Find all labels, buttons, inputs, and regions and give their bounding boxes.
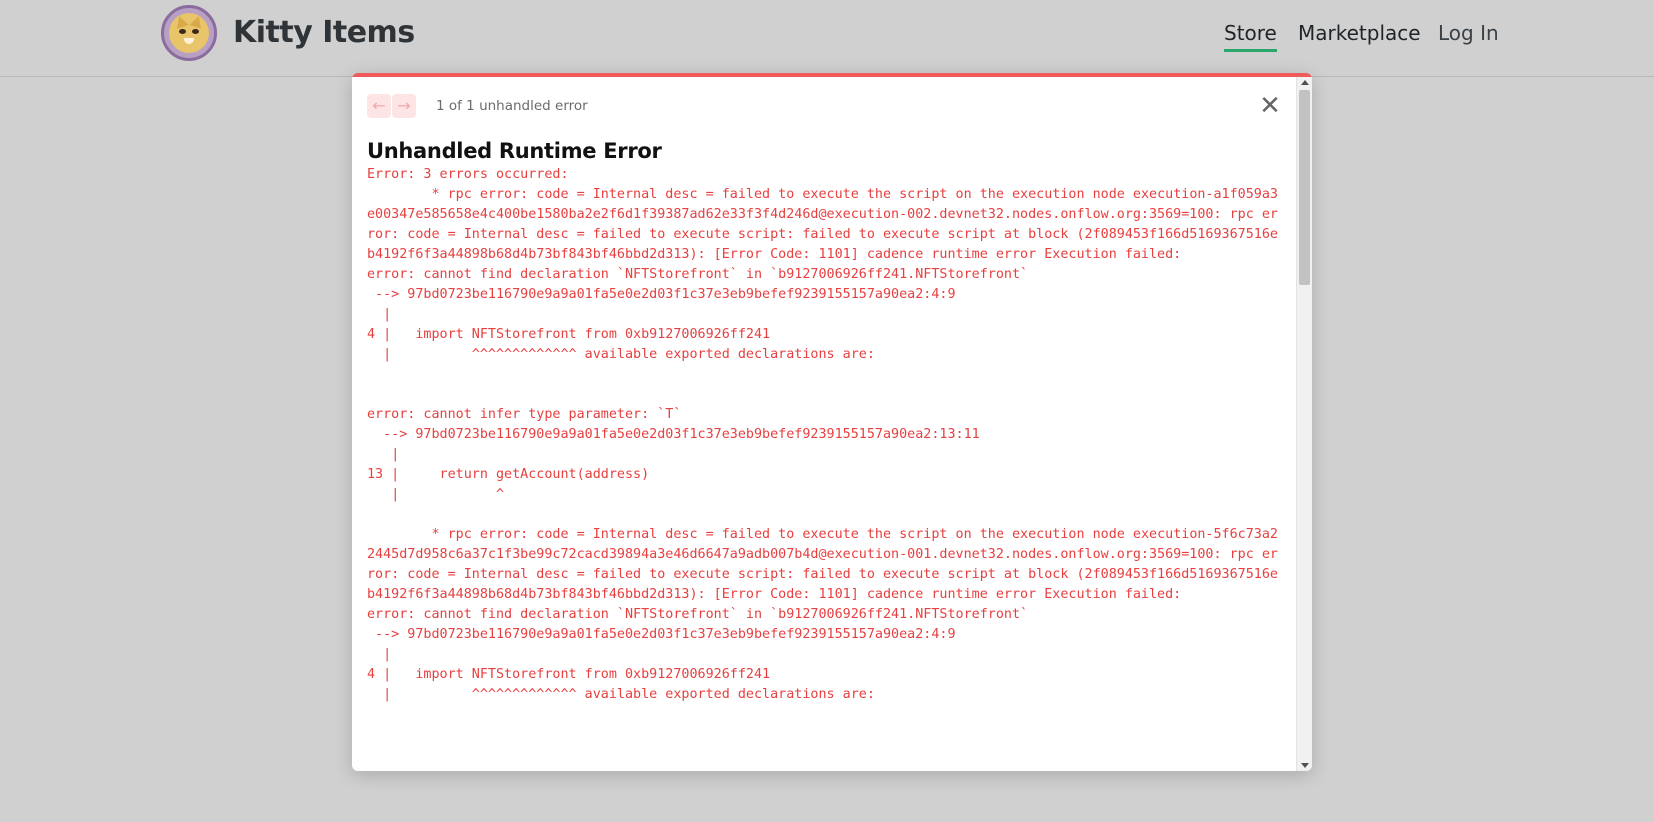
dialog-scrollbar[interactable] — [1296, 77, 1312, 771]
top-nav-bar: Kitty Items Store Marketplace Log In — [0, 0, 1654, 77]
nav-store-link[interactable]: Store — [1224, 19, 1277, 52]
brand-title[interactable]: Kitty Items — [233, 15, 415, 51]
scroll-down-icon[interactable] — [1301, 763, 1309, 768]
nav-marketplace-link[interactable]: Marketplace — [1298, 19, 1421, 47]
error-count-label: 1 of 1 unhandled error — [436, 98, 588, 114]
runtime-error-dialog: ← → 1 of 1 unhandled error ✕ Unhandled R… — [352, 73, 1312, 771]
arrow-left-icon[interactable]: ← — [367, 94, 391, 118]
close-icon[interactable]: ✕ — [1258, 93, 1282, 119]
scrollbar-thumb[interactable] — [1299, 90, 1310, 285]
error-accent-bar — [352, 73, 1312, 77]
kitty-logo-icon[interactable] — [161, 5, 217, 61]
scroll-up-icon[interactable] — [1301, 80, 1309, 85]
error-message: Error: 3 errors occurred: * rpc error: c… — [367, 167, 1278, 702]
nav-login-link[interactable]: Log In — [1438, 19, 1499, 47]
arrow-right-icon[interactable]: → — [392, 94, 416, 118]
error-title: Unhandled Runtime Error — [367, 139, 662, 163]
